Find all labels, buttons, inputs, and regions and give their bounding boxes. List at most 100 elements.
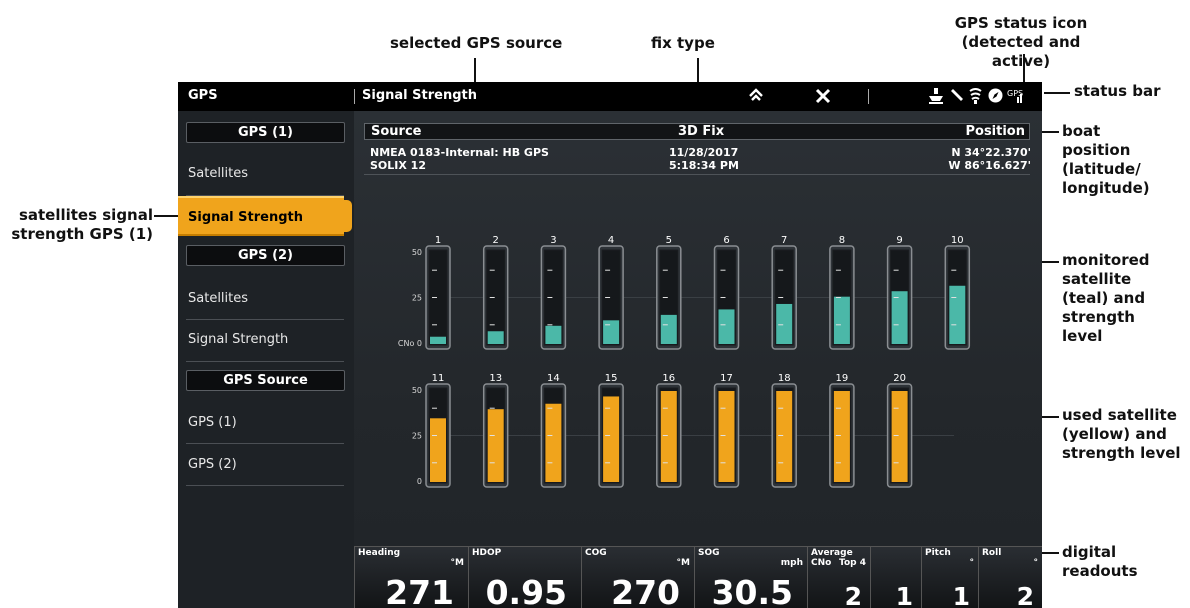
y-tick-label: 0 (417, 477, 422, 486)
readout-roll[interactable]: Roll ° 2 (978, 546, 1042, 608)
readout-heading[interactable]: Heading °M 271 (354, 546, 468, 608)
annotation-text: satellites signal (18, 206, 153, 224)
readout-unit: °M (450, 558, 464, 568)
readout-value: 270 (611, 573, 680, 608)
readout-label: Heading (358, 548, 401, 558)
page-title: Signal Strength (362, 88, 477, 103)
readout-value: 2 (844, 582, 862, 608)
close-icon[interactable] (815, 88, 831, 108)
status-divider (354, 89, 355, 104)
readout-label: SOG (698, 548, 720, 558)
readout-sog[interactable]: SOG mph 30.5 (694, 546, 807, 608)
bar-fill (949, 285, 966, 344)
annotation-boat-position: boat position (latitude/ longitude) (1062, 122, 1150, 198)
satellite-number-label: 18 (778, 373, 791, 384)
readout-unit: °M (676, 558, 690, 568)
annotation-text: (detected and active) (961, 33, 1081, 70)
bar-fill (718, 309, 735, 344)
annotation-text: readouts (1062, 562, 1138, 580)
readout-label: HDOP (472, 548, 502, 558)
sidebar-item-gps2-satellites[interactable]: Satellites (178, 279, 344, 319)
bar-fill (487, 409, 504, 482)
readout-hdop[interactable]: HDOP 0.95 (468, 546, 581, 608)
bar-fill (891, 391, 908, 482)
annotation-gps-status-icon: GPS status icon (detected and active) (951, 14, 1091, 71)
satellite-number-label: 15 (605, 373, 618, 384)
readout-top4-count[interactable]: 1 (870, 546, 921, 608)
home-icon[interactable] (748, 87, 764, 107)
bar-fill (833, 296, 850, 344)
sidebar-item-gps1-signal-strength[interactable]: Signal Strength (178, 196, 352, 236)
satellite-number-label: 9 (896, 235, 902, 246)
digital-readouts: Heading °M 271 HDOP 0.95 COG °M 270 SOG mph 30.5 Av… (354, 546, 1042, 608)
annotation-used-satellite: used satellite (yellow) and strength lev… (1062, 406, 1181, 463)
satellite-number-label: 19 (836, 373, 849, 384)
app-title: GPS (188, 88, 218, 103)
sidebar-group-gps2: GPS (2) (186, 245, 345, 266)
annotation-text: strength GPS (1) (11, 225, 153, 243)
main-panel: Source 3D Fix Position NMEA 0183-Interna… (354, 111, 1042, 608)
sidebar-item-source-gps2[interactable]: GPS (2) (178, 445, 344, 485)
sidebar-divider (186, 485, 344, 486)
sidebar-item-source-gps1[interactable]: GPS (1) (178, 403, 344, 443)
annotation-line (154, 215, 178, 217)
readout-value: 1 (895, 582, 913, 608)
annotation-text: GPS status icon (954, 14, 1088, 32)
device-screen: GPS Signal Strength GPS GPS (1) Satellit… (178, 82, 1042, 608)
annotation-text: (teal) and (1062, 289, 1146, 307)
satellite-number-label: 4 (608, 235, 614, 246)
satellite-number-label: 5 (666, 235, 672, 246)
bar-fill (718, 391, 735, 482)
annotation-status-bar: status bar (1074, 82, 1161, 100)
readout-value: 2 (1016, 582, 1034, 608)
signal-strength-chart: 50 25 CNo 0 1 2 3 4 5 6 7 8 9 10 50 25 0 11 13 14 15 16 17 18 1… (398, 235, 971, 488)
readout-unit: ° (1033, 558, 1039, 568)
sidebar-item-gps2-signal-strength[interactable]: Signal Strength (178, 320, 344, 360)
satellite-number-label: 11 (432, 373, 445, 384)
bar-fill (430, 418, 446, 482)
bar-fill (776, 303, 793, 344)
boat-icon (928, 87, 944, 108)
bar-fill (430, 336, 446, 344)
sidebar-divider (186, 361, 344, 362)
readout-value: 0.95 (485, 573, 567, 608)
readout-value: 1 (952, 582, 970, 608)
readout-cog[interactable]: COG °M 270 (581, 546, 694, 608)
readout-label: Roll (982, 548, 1002, 558)
annotation-text: level (1062, 327, 1103, 345)
sidebar-item-gps1-satellites[interactable]: Satellites (178, 154, 344, 194)
sonar-icon (968, 87, 983, 108)
annotation-text: (yellow) and (1062, 425, 1167, 443)
satellite-number-label: 10 (951, 235, 964, 246)
bar-fill (660, 314, 677, 344)
annotation-monitored-satellite: monitored satellite (teal) and strength … (1062, 251, 1150, 346)
bar-fill (891, 291, 908, 344)
y-tick-label: 50 (412, 248, 422, 257)
satellite-number-label: 2 (493, 235, 499, 246)
bar-fill (603, 320, 620, 344)
satellite-number-label: 16 (662, 373, 675, 384)
annotation-text: strength (1062, 308, 1135, 326)
readout-label: COG (585, 548, 607, 558)
satellite-number-label: 1 (435, 235, 441, 246)
y-tick-label: 50 (412, 386, 422, 395)
satellite-number-label: 3 (550, 235, 556, 246)
readout-pitch[interactable]: Pitch ° 1 (921, 546, 978, 608)
compass-icon (988, 88, 1003, 107)
bar-fill (487, 331, 504, 344)
annotation-satellites-signal: satellites signal strength GPS (1) (7, 206, 153, 244)
bar-fill (545, 325, 562, 344)
bar-fill (776, 391, 793, 482)
annotation-fix-type: fix type (651, 34, 715, 52)
status-divider (868, 89, 869, 104)
bar-track (486, 249, 506, 346)
bar-fill (660, 391, 677, 482)
annotation-text: strength level (1062, 444, 1181, 462)
satellite-number-label: 6 (723, 235, 729, 246)
readout-label: Pitch (925, 548, 951, 558)
annotation-digital-readouts: digital readouts (1062, 543, 1138, 581)
satellite-number-label: 7 (781, 235, 787, 246)
readout-average-cno[interactable]: Average CNo Top 42 (807, 546, 870, 608)
sidebar: GPS (1) Satellites Signal Strength GPS (… (178, 111, 354, 608)
satellite-number-label: 20 (893, 373, 906, 384)
